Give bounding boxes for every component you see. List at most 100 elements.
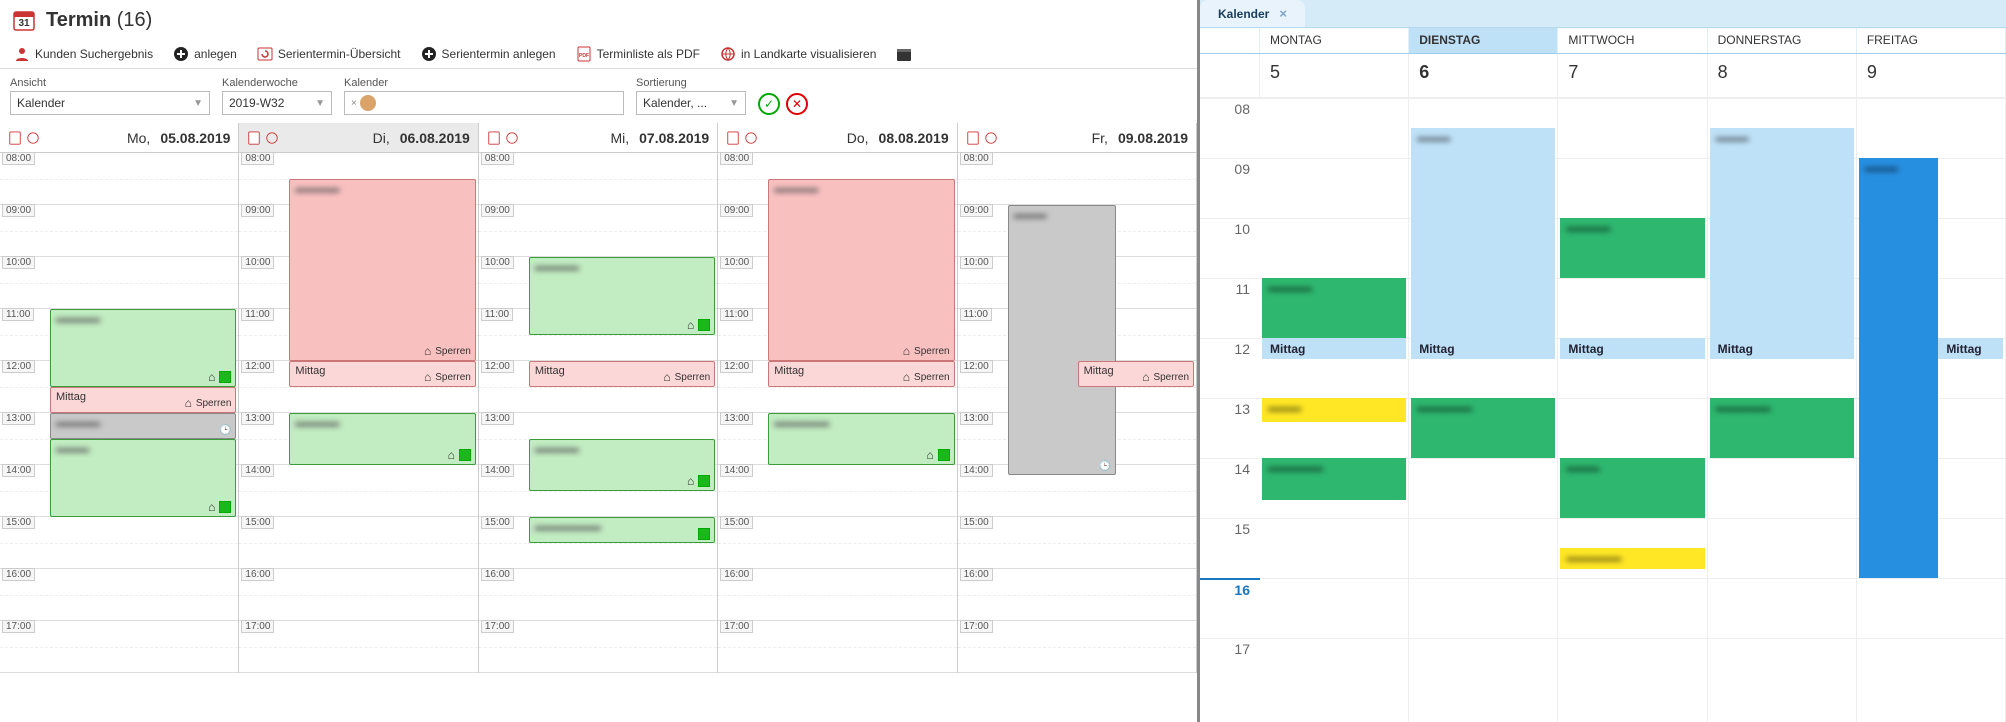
globe-icon[interactable] [744, 131, 758, 145]
globe-icon[interactable] [265, 131, 279, 145]
day-header: Mi, 07.08.2019 [479, 123, 717, 153]
hour-row[interactable]: 17:00 [0, 621, 238, 673]
hour-label: 11 [1200, 278, 1260, 338]
calendar-event[interactable]: ▬▬▬▬⌂Sperren [768, 179, 954, 361]
calendar-event[interactable]: ▬▬▬▬🕒 [50, 413, 236, 439]
hour-row[interactable]: 08:00 [958, 153, 1196, 205]
calendar-event[interactable]: ▬▬▬ [1411, 128, 1555, 338]
close-icon[interactable]: × [1279, 6, 1287, 21]
toolbar-serientermin-anlegen[interactable]: Serientermin anlegen [421, 46, 556, 62]
toolbar-terminliste-pdf[interactable]: PDF Terminliste als PDF [576, 46, 700, 62]
day-header: Fr, 09.08.2019 [958, 123, 1196, 153]
calendar-event[interactable]: Mittag [1411, 338, 1555, 359]
pdf-icon[interactable] [487, 131, 501, 145]
filter-sortierung-select[interactable]: Kalender, ... ▼ [636, 91, 746, 115]
calendar-event[interactable]: ▬▬▬▬▬ [1411, 398, 1555, 458]
pdf-icon[interactable] [966, 131, 980, 145]
pdf-icon[interactable] [247, 131, 261, 145]
hour-row[interactable]: 16:00 [958, 569, 1196, 621]
user-chip[interactable]: × [351, 95, 376, 111]
pdf-icon[interactable] [8, 131, 22, 145]
calendar-event[interactable]: ▬▬▬▬▬▬ [529, 517, 715, 543]
calendar-event[interactable]: ▬▬▬ [1859, 158, 1939, 578]
hour-row[interactable]: 14:00 [239, 465, 477, 517]
hour-row[interactable]: 14:00 [718, 465, 956, 517]
hour-row[interactable]: 15:00 [718, 517, 956, 569]
event-title: ▬▬▬▬ [295, 417, 339, 429]
tab-kalender[interactable]: Kalender × [1200, 0, 1305, 27]
calendar-event[interactable]: ▬▬▬▬▬ [1262, 458, 1406, 500]
toolbar-anlegen[interactable]: anlegen [173, 46, 237, 62]
hour-row[interactable]: 17:00 [718, 621, 956, 673]
calendar-event[interactable]: ▬▬▬▬⌂ [529, 257, 715, 335]
home-icon: ⌂ [424, 344, 431, 358]
calendar-event[interactable]: ▬▬▬ [1710, 128, 1854, 338]
globe-icon[interactable] [505, 131, 519, 145]
hour-label: 08:00 [241, 152, 274, 165]
globe-icon[interactable] [26, 131, 40, 145]
calendar-event[interactable]: Mittag⌂Sperren [289, 361, 475, 387]
hour-label: 17:00 [2, 620, 35, 633]
calendar-event[interactable]: Mittag [1262, 338, 1406, 359]
calendar-event[interactable]: ▬▬▬▬⌂ [529, 439, 715, 491]
chevron-down-icon: ▼ [193, 98, 203, 109]
filter-ansicht-select[interactable]: Kalender ▼ [10, 91, 210, 115]
toolbar-kunden-suchergebnis[interactable]: Kunden Suchergebnis [14, 46, 153, 62]
calendar-event[interactable]: ▬▬▬▬▬⌂ [768, 413, 954, 465]
calendar-event[interactable]: ▬▬▬▬⌂Sperren [289, 179, 475, 361]
calendar-event[interactable]: Mittag⌂Sperren [529, 361, 715, 387]
calendar-event[interactable]: ▬▬▬▬⌂ [289, 413, 475, 465]
hour-row[interactable]: 15:00 [239, 517, 477, 569]
calendar-event[interactable]: Mittag⌂Sperren [1078, 361, 1194, 387]
toolbar-serientermin-uebersicht[interactable]: Serientermin-Übersicht [257, 46, 401, 62]
calendar-event[interactable]: Mittag⌂Sperren [768, 361, 954, 387]
calendar-event[interactable]: ▬▬▬▬▬ [1710, 398, 1854, 458]
calendar-event[interactable]: ▬▬▬▬▬ [1560, 548, 1704, 569]
hour-row[interactable]: 16:00 [0, 569, 238, 621]
calendar-event[interactable]: Mittag⌂Sperren [50, 387, 236, 413]
status-square-icon [219, 501, 231, 513]
hour-row[interactable]: 15:00 [958, 517, 1196, 569]
hour-row[interactable]: 16:00 [239, 569, 477, 621]
hour-row[interactable]: 17:00 [479, 621, 717, 673]
hour-row[interactable]: 08:00 [0, 153, 238, 205]
globe-icon[interactable] [984, 131, 998, 145]
calendar-event[interactable]: Mittag [1710, 338, 1854, 359]
calendar-event[interactable]: ▬▬▬▬ [1560, 218, 1704, 278]
filter-kalender-select[interactable]: × [344, 91, 624, 115]
hour-row[interactable]: 16:00 [718, 569, 956, 621]
event-title: ▬▬▬ [56, 443, 89, 455]
hour-label: 15:00 [2, 516, 35, 529]
reset-button[interactable]: ✕ [786, 93, 808, 115]
calendar-event[interactable]: ▬▬▬🕒 [1008, 205, 1116, 475]
hour-label: 15:00 [720, 516, 753, 529]
day-column: Do, 08.08.2019 08:0009:0010:0011:0012:00… [718, 123, 957, 673]
hour-row[interactable]: 16:00 [479, 569, 717, 621]
filter-kalenderwoche-select[interactable]: 2019-W32 ▼ [222, 91, 332, 115]
hour-label: 14:00 [720, 464, 753, 477]
day-name: MITTWOCH [1558, 28, 1707, 53]
calendar-event[interactable]: Mittag [1938, 338, 2003, 359]
toolbar-in-landkarte[interactable]: in Landkarte visualisieren [720, 46, 876, 62]
hour-label: 14:00 [960, 464, 993, 477]
hour-row[interactable]: 08:00 [479, 153, 717, 205]
hour-row[interactable]: 09:00 [0, 205, 238, 257]
left-calendar-pane: 31 Termin (16) Kunden Suchergebnis anleg… [0, 0, 1200, 722]
hour-row[interactable]: 10:00 [0, 257, 238, 309]
apply-button[interactable]: ✓ [758, 93, 780, 115]
hour-row[interactable]: 17:00 [239, 621, 477, 673]
right-day-columns: ▬▬▬▬Mittag▬▬▬▬▬▬▬▬▬▬▬Mittag▬▬▬▬▬▬▬▬▬Mitt… [1260, 98, 2006, 722]
pdf-icon[interactable] [726, 131, 740, 145]
calendar-event[interactable]: ▬▬▬ [1560, 458, 1704, 518]
hour-row[interactable]: 17:00 [958, 621, 1196, 673]
calendar-event[interactable]: ▬▬▬ [1262, 398, 1406, 422]
close-icon[interactable]: × [351, 98, 357, 109]
calendar-event[interactable]: ▬▬▬▬ [1262, 278, 1406, 338]
calendar-event[interactable]: ▬▬▬▬⌂ [50, 309, 236, 387]
toolbar-extra[interactable] [896, 46, 912, 62]
calendar-event[interactable]: Mittag [1560, 338, 1704, 359]
calendar-event[interactable]: ▬▬▬⌂ [50, 439, 236, 517]
hour-row[interactable]: 09:00 [479, 205, 717, 257]
hour-row[interactable]: 15:00 [0, 517, 238, 569]
hours-container: 08:0009:0010:0011:0012:0013:0014:0015:00… [479, 153, 717, 673]
